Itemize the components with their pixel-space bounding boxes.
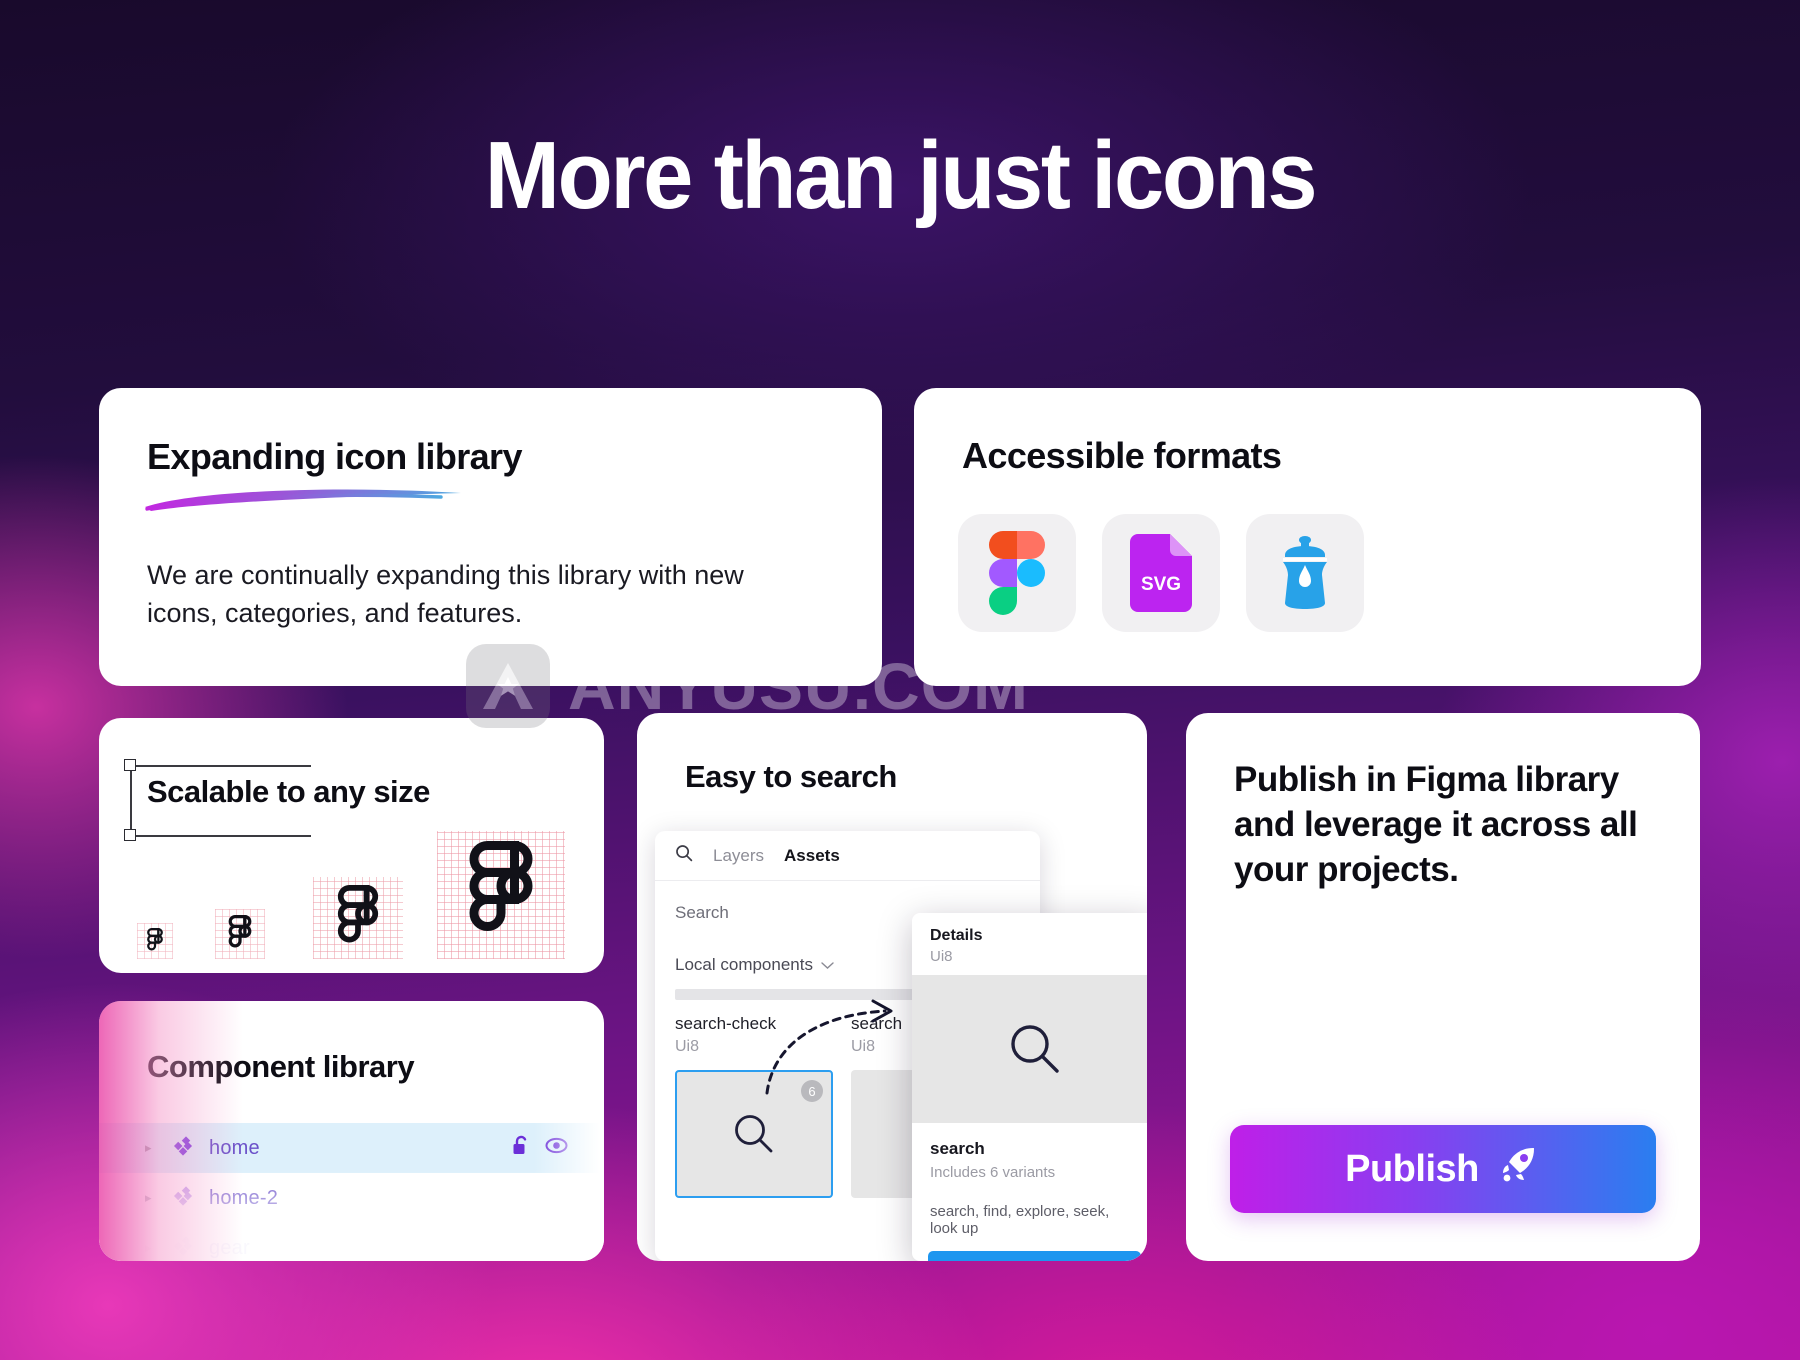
chevron-down-icon: [821, 955, 834, 975]
assets-panel-tabs: Layers Assets: [655, 831, 1040, 881]
eye-icon[interactable]: [545, 1137, 568, 1159]
figma-outline-icon: [228, 915, 252, 948]
rocket-icon: [1497, 1142, 1541, 1196]
layer-actions: [512, 1135, 568, 1161]
unlock-icon[interactable]: [512, 1135, 531, 1161]
card-expanding-title: Expanding icon library: [147, 436, 522, 477]
card-easy-to-search: Easy to search Layers Assets Search Loca…: [637, 713, 1147, 1261]
scalable-icon-row: [127, 829, 587, 959]
asset-source: Ui8: [675, 1038, 700, 1055]
search-icon: [735, 1115, 773, 1153]
format-tile-figma[interactable]: [958, 514, 1076, 632]
format-icon-row: SVG: [958, 514, 1364, 632]
svg-file-icon: SVG: [1130, 534, 1192, 612]
search-icon[interactable]: [675, 844, 693, 867]
details-source: Ui8: [930, 948, 953, 965]
layers-list: ▸ home ▸ home-2 ▸ gear: [99, 1123, 604, 1261]
details-body: search Includes 6 variants search, find,…: [912, 1123, 1147, 1237]
iconjar-icon: [1283, 536, 1327, 609]
chevron-right-icon[interactable]: ▸: [145, 1190, 161, 1206]
tab-assets[interactable]: Assets: [784, 846, 840, 866]
details-title: Details: [930, 927, 983, 944]
card-formats-title: Accessible formats: [962, 435, 1282, 476]
format-tile-iconjar[interactable]: [1246, 514, 1364, 632]
list-item-label: home-2: [209, 1186, 279, 1209]
details-header: Details Ui8: [912, 913, 1147, 975]
card-expanding-body: We are continually expanding this librar…: [147, 560, 744, 629]
figma-icon: [989, 531, 1045, 615]
local-components-label: Local components: [675, 955, 813, 974]
details-component-name: search: [930, 1139, 985, 1158]
card-expanding-icon-library: Expanding icon library We are continuall…: [99, 388, 882, 686]
resize-handle-top-left[interactable]: [124, 759, 136, 771]
list-item-label: home: [209, 1136, 260, 1159]
figma-outline-icon: [337, 885, 379, 943]
card-publish-title: Publish in Figma library and leverage it…: [1234, 760, 1638, 890]
asset-cell-search-check[interactable]: search-check Ui8 6: [675, 1014, 833, 1198]
chevron-right-icon[interactable]: ▸: [145, 1240, 161, 1256]
insert-instance-button[interactable]: Insert instance: [928, 1251, 1141, 1261]
list-item[interactable]: ▸ home-2: [99, 1173, 604, 1223]
page-title: More than just icons: [484, 122, 1318, 229]
scalable-icon-lg: [437, 831, 565, 959]
card-component-library: Component library ▸ home ▸ home-2 ▸ gear: [99, 1001, 604, 1261]
list-item[interactable]: ▸ home: [99, 1123, 604, 1173]
search-icon: [1010, 1025, 1059, 1073]
asset-thumbnail[interactable]: 6: [675, 1070, 833, 1198]
variant-count-badge: 6: [801, 1080, 823, 1102]
details-variants: Includes 6 variants: [930, 1164, 1056, 1181]
details-preview: [912, 975, 1147, 1123]
card-search-title: Easy to search: [685, 759, 897, 794]
chevron-right-icon[interactable]: ▸: [145, 1140, 161, 1156]
publish-button[interactable]: Publish: [1230, 1125, 1656, 1213]
scalable-icon-md: [313, 877, 403, 959]
list-item-label: gear: [209, 1236, 250, 1259]
scalable-icon-sm: [215, 909, 265, 959]
card-publish-in-figma: Publish in Figma library and leverage it…: [1186, 713, 1700, 1261]
card-accessible-formats: Accessible formats SVG: [914, 388, 1701, 686]
details-panel: Details Ui8 search Includes 6 variants s…: [912, 913, 1147, 1261]
list-item[interactable]: ▸ gear: [99, 1223, 604, 1261]
scalable-icon-xs: [137, 923, 173, 959]
asset-name: search-check: [675, 1014, 777, 1033]
format-tile-svg[interactable]: SVG: [1102, 514, 1220, 632]
figma-outline-icon: [147, 928, 163, 951]
card-scalable-to-any-size: Scalable to any size: [99, 718, 604, 973]
publish-button-label: Publish: [1345, 1147, 1479, 1190]
details-keywords: search, find, explore, seek, look up: [930, 1203, 1110, 1237]
component-diamond-icon: [173, 1235, 193, 1261]
figma-outline-icon: [469, 841, 533, 931]
underline-swoosh-icon: [145, 489, 461, 511]
component-diamond-icon: [173, 1185, 193, 1211]
card-scalable-title: Scalable to any size: [147, 774, 430, 809]
component-diamond-icon: [173, 1135, 193, 1161]
svg-file-label: SVG: [1141, 574, 1181, 595]
card-component-title: Component library: [147, 1049, 415, 1084]
page-root: More than just icons Expanding icon libr…: [0, 0, 1800, 1360]
tab-layers[interactable]: Layers: [713, 846, 764, 866]
